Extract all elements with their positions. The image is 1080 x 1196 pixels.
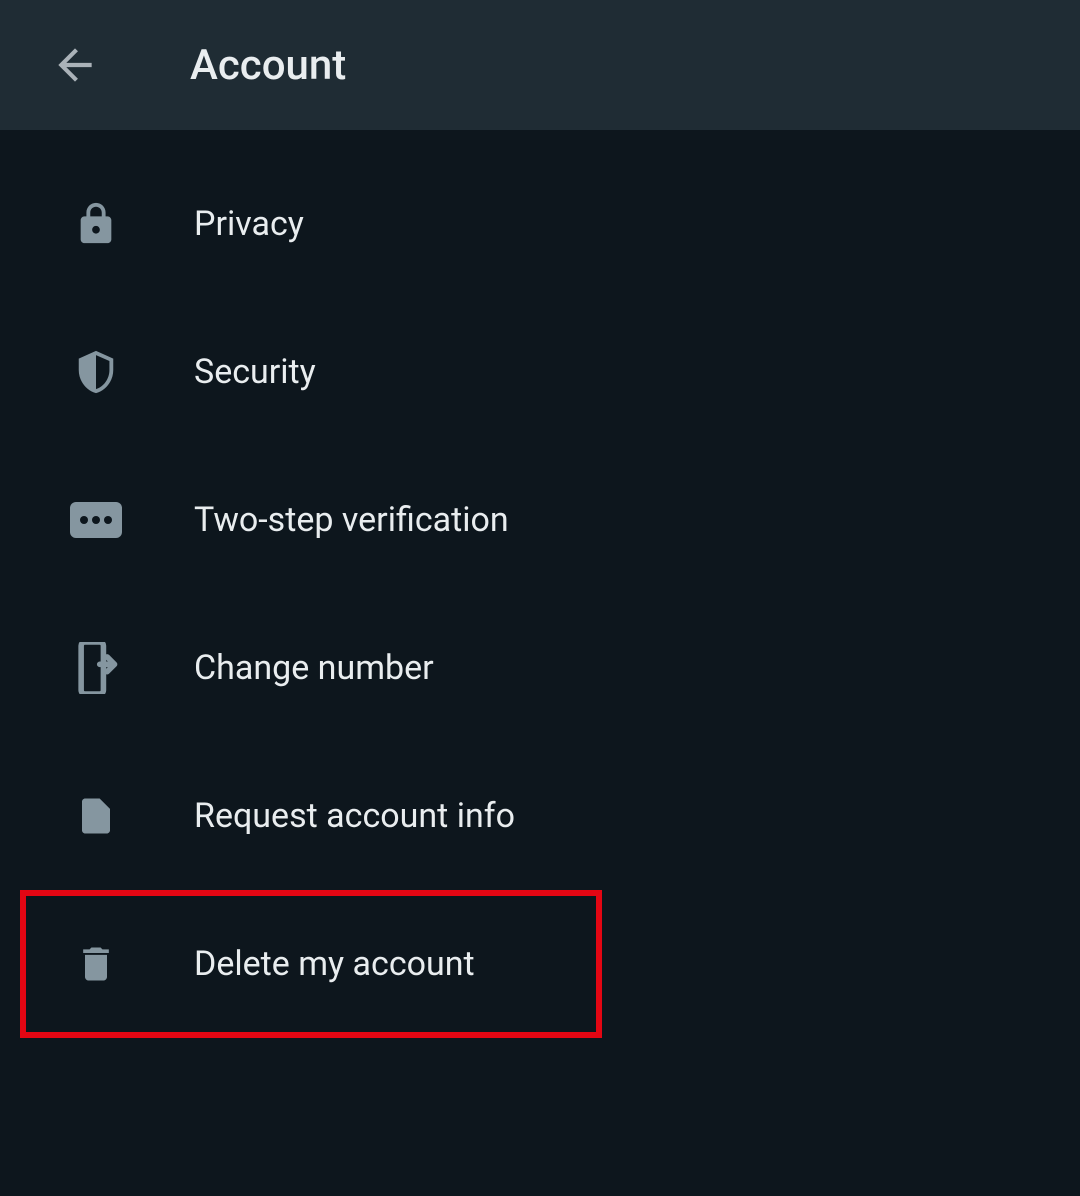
trash-icon (68, 936, 124, 992)
menu-item-label: Privacy (194, 204, 304, 244)
pin-icon (68, 492, 124, 548)
document-icon (68, 788, 124, 844)
page-title: Account (190, 41, 346, 90)
menu-item-two-step[interactable]: Two-step verification (0, 446, 1080, 594)
menu-item-label: Change number (194, 648, 434, 688)
menu-item-privacy[interactable]: Privacy (0, 150, 1080, 298)
menu-item-label: Security (194, 352, 316, 392)
menu-item-label: Delete my account (194, 944, 475, 984)
menu-item-request-info[interactable]: Request account info (0, 742, 1080, 890)
menu-item-change-number[interactable]: Change number (0, 594, 1080, 742)
menu-item-label: Two-step verification (194, 500, 509, 540)
shield-icon (68, 344, 124, 400)
lock-icon (68, 196, 124, 252)
header: Account (0, 0, 1080, 130)
menu-item-label: Request account info (194, 796, 515, 836)
menu-item-delete-account[interactable]: Delete my account (20, 890, 602, 1038)
arrow-left-icon (50, 40, 100, 90)
change-number-icon (68, 640, 124, 696)
menu-list: Privacy Security Two-step verification (0, 130, 1080, 1038)
menu-item-security[interactable]: Security (0, 298, 1080, 446)
back-button[interactable] (45, 35, 105, 95)
